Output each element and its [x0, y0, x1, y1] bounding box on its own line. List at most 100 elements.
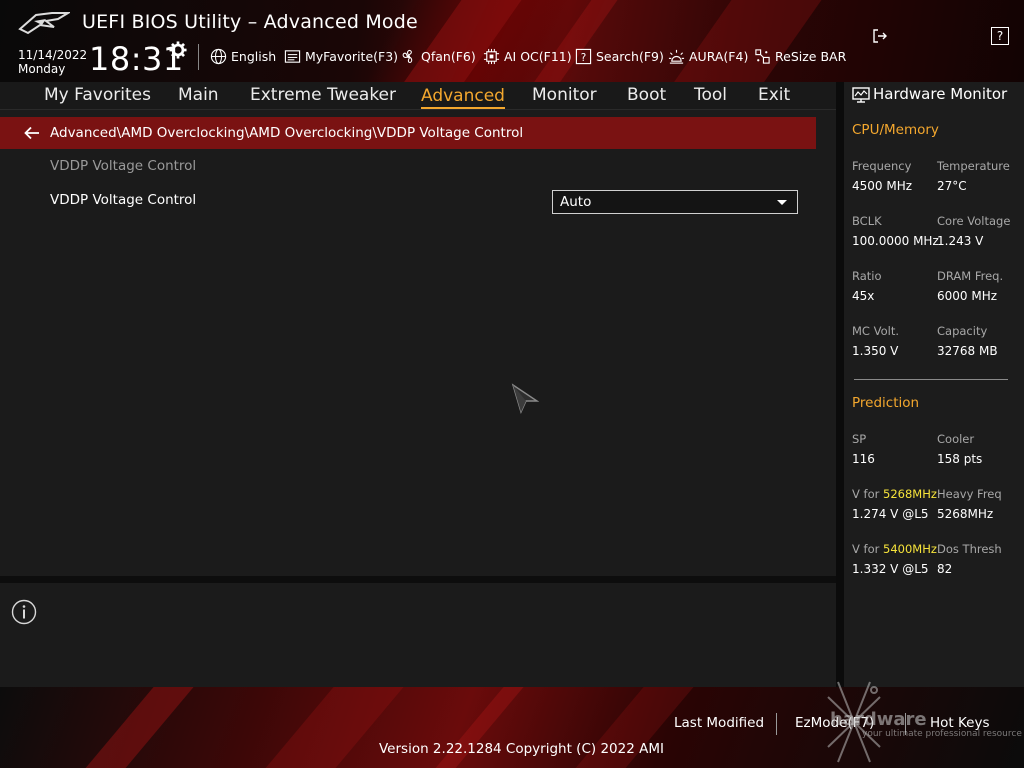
v-for-5400-label: V for 5400MHz [852, 542, 937, 556]
v-for-frequency-highlight: 5268MHz [883, 487, 937, 501]
core-voltage-label: Core Voltage [937, 214, 1011, 228]
gear-icon[interactable] [169, 41, 187, 59]
cooler-label: Cooler [937, 432, 975, 446]
dram-freq-value: 6000 MHz [937, 289, 998, 303]
toolbar-aioc-label: AI OC(F11) [504, 48, 572, 64]
toolbar-myfavorite-label: MyFavorite(F3) [305, 48, 399, 64]
header-bar: UEFI BIOS Utility – Advanced Mode 11/14/… [0, 0, 1024, 82]
svg-text:?: ? [581, 51, 587, 63]
v-for-5268-label: V for 5268MHz [852, 487, 937, 501]
toolbar-divider [198, 44, 199, 70]
capacity-label: Capacity [937, 324, 988, 338]
ai-chip-icon [483, 48, 500, 64]
tab-advanced[interactable]: Advanced [421, 85, 505, 109]
chevron-down-icon [777, 200, 787, 205]
tab-tool[interactable]: Tool [694, 85, 727, 105]
breadcrumb: Advanced\AMD Overclocking\AMD Overclocki… [0, 117, 816, 149]
section-title: VDDP Voltage Control [50, 158, 197, 174]
heavy-freq-value: 5268MHz [937, 507, 994, 521]
weekday-text: Monday [18, 62, 66, 76]
tab-extreme-tweaker[interactable]: Extreme Tweaker [250, 85, 396, 105]
temperature-label: Temperature [937, 159, 1010, 173]
main-menu-tabs: My Favorites Main Extreme Tweaker Advanc… [0, 82, 836, 110]
toolbar-qfan-label: Qfan(F6) [421, 48, 476, 64]
app-title: UEFI BIOS Utility – Advanced Mode [82, 11, 418, 33]
header-decor-stripe [661, 0, 829, 82]
panel-divider [836, 82, 844, 687]
resize-bar-icon [755, 48, 770, 64]
hot-keys-help-icon[interactable]: ? [991, 27, 1009, 45]
toolbar-resize-bar-button[interactable]: ReSize BAR [754, 47, 846, 65]
toolbar-search-label: Search(F9) [596, 48, 664, 64]
hardware-monitor-divider [854, 379, 1008, 380]
version-copyright: Version 2.22.1284 Copyright (C) 2022 AMI [379, 741, 664, 757]
monitor-icon [852, 87, 870, 103]
core-voltage-value: 1.243 V [937, 234, 984, 248]
cpu-memory-heading: CPU/Memory [852, 122, 939, 138]
toolbar-myfavorite-button[interactable]: MyFavorite(F3) [284, 47, 398, 65]
toolbar-language-label: English [231, 48, 277, 64]
cooler-value: 158 pts [937, 452, 983, 466]
toolbar-language-button[interactable]: English [210, 47, 276, 65]
ratio-label: Ratio [852, 269, 882, 283]
toolbar-resize-bar-label: ReSize BAR [775, 48, 847, 64]
toolbar-aura-label: AURA(F4) [689, 48, 749, 64]
search-icon: ? [575, 48, 592, 64]
bclk-label: BCLK [852, 214, 882, 228]
vddp-voltage-control-select[interactable]: Auto [552, 190, 798, 214]
fan-icon [402, 49, 413, 63]
dram-freq-label: DRAM Freq. [937, 269, 1004, 283]
v-for-5268-value: 1.274 V @L5 [852, 507, 929, 521]
date-text: 11/14/2022 [18, 48, 88, 62]
frequency-value: 4500 MHz [852, 179, 913, 193]
prediction-heading: Prediction [852, 395, 920, 411]
bclk-value: 100.0000 MHz [852, 234, 939, 248]
dos-thresh-label: Dos Thresh [937, 542, 1002, 556]
tab-monitor[interactable]: Monitor [532, 85, 597, 105]
toolbar-aioc-button[interactable]: AI OC(F11) [483, 47, 572, 65]
back-arrow-icon[interactable] [24, 126, 40, 140]
hardware-monitor-header: Hardware Monitor [844, 82, 1024, 110]
ezmode-exit-icon [873, 29, 887, 43]
vddp-voltage-control-value: Auto [560, 194, 592, 210]
breadcrumb-path: Advanced\AMD Overclocking\AMD Overclocki… [50, 125, 524, 141]
header-decor-stripe [521, 0, 625, 82]
last-modified-button[interactable]: Last Modified [674, 715, 764, 731]
watermark-brand-text: hardware [830, 709, 927, 730]
footer-divider [776, 713, 777, 735]
mc-volt-label: MC Volt. [852, 324, 899, 338]
favorite-icon [284, 49, 301, 63]
mc-volt-value: 1.350 V [852, 344, 899, 358]
footer-decor-stripe [78, 687, 202, 768]
globe-icon [210, 48, 227, 64]
sp-value: 116 [852, 452, 875, 466]
capacity-value: 32768 MB [937, 344, 998, 358]
watermark-tagline-text: your ultimate professional resource [862, 729, 1022, 739]
sp-label: SP [852, 432, 867, 446]
hardware-monitor-title: Hardware Monitor [873, 85, 1008, 103]
content-divider [0, 576, 836, 583]
v-for-5400-value: 1.332 V @L5 [852, 562, 929, 576]
tab-my-favorites[interactable]: My Favorites [44, 85, 151, 105]
toolbar-search-button[interactable]: ? Search(F9) [575, 47, 664, 65]
vddp-voltage-control-label: VDDP Voltage Control [50, 192, 197, 208]
temperature-value: 27°C [937, 179, 967, 193]
tab-main[interactable]: Main [178, 85, 219, 105]
dos-thresh-value: 82 [937, 562, 953, 576]
date-display: 11/14/2022 Monday [18, 48, 87, 76]
v-for-frequency-highlight: 5400MHz [883, 542, 937, 556]
info-icon [11, 599, 37, 625]
tab-boot[interactable]: Boot [627, 85, 666, 105]
ratio-value: 45x [852, 289, 875, 303]
heavy-freq-label: Heavy Freq [937, 487, 1002, 501]
mouse-pointer-icon [511, 383, 539, 414]
frequency-label: Frequency [852, 159, 912, 173]
help-description-area [0, 583, 836, 687]
rog-logo-icon [18, 12, 70, 35]
toolbar-qfan-button[interactable]: Qfan(F6) [400, 47, 476, 65]
tab-exit[interactable]: Exit [758, 85, 790, 105]
aura-icon [668, 49, 685, 64]
v-for-prefix: V for [852, 487, 883, 501]
v-for-prefix: V for [852, 542, 883, 556]
toolbar-aura-button[interactable]: AURA(F4) [668, 47, 748, 65]
